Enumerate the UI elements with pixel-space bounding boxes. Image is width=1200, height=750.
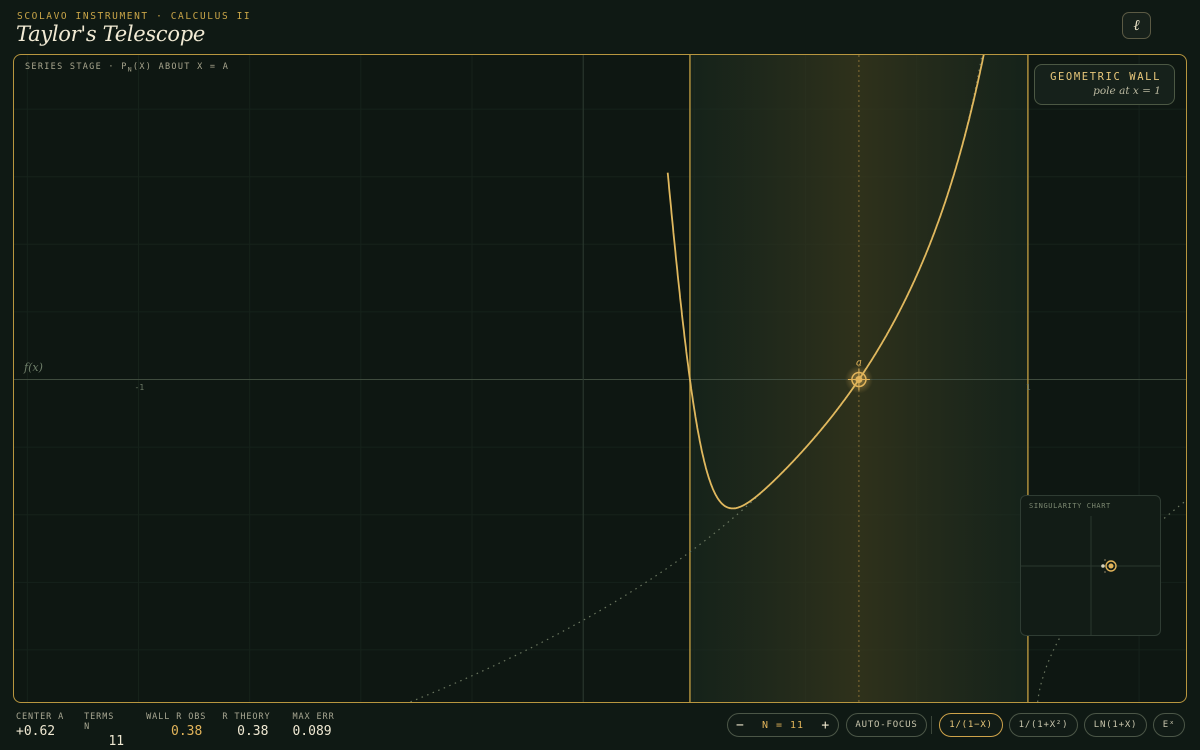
function-button-arctan[interactable]: 1/(1+X²) — [1009, 713, 1078, 737]
stats-bar: CENTER A +0.62 TERMS N 11 WALL R OBS 0.3… — [16, 712, 355, 749]
app-kicker: SCOLAVO INSTRUMENT · CALCULUS II — [17, 11, 252, 22]
function-button-exp[interactable]: Eˣ — [1153, 713, 1185, 737]
series-stage[interactable]: a SERIES STAGE · PN(X) ABOUT X = A f(x) … — [13, 54, 1187, 703]
singularity-center-dot — [1108, 563, 1114, 569]
controls-divider — [931, 716, 932, 734]
stat-max-err: MAX ERR 0.089 — [292, 712, 335, 739]
wall-card-title: GEOMETRIC WALL — [1050, 71, 1161, 83]
function-button-geometric[interactable]: 1/(1−X) — [939, 713, 1003, 737]
stat-r-theory: R THEORY 0.38 — [222, 712, 271, 739]
singularity-pole-dot — [1101, 564, 1105, 568]
terms-display: N = 11 — [761, 719, 805, 731]
terms-stepper[interactable]: − N = 11 + — [727, 713, 839, 737]
singularity-chart[interactable]: SINGULARITY CHART — [1020, 495, 1161, 636]
stat-terms-n: TERMS N 11 — [84, 712, 125, 749]
auto-focus-button[interactable]: AUTO-FOCUS — [846, 713, 927, 737]
function-button-log[interactable]: LN(1+X) — [1084, 713, 1147, 737]
stage-label: SERIES STAGE · PN(X) ABOUT X = A — [25, 62, 230, 74]
page-title: Taylor's Telescope — [16, 22, 205, 46]
stat-wall-r-obs: WALL R OBS 0.38 — [146, 712, 207, 739]
logo-icon: ℓ — [1133, 16, 1140, 34]
y-axis-label: f(x) — [24, 361, 43, 374]
logo-button[interactable]: ℓ — [1122, 12, 1151, 39]
increment-button[interactable]: + — [821, 718, 830, 733]
tick-label-minus-1: -1 — [134, 382, 145, 392]
plot-canvas[interactable]: a — [14, 55, 1187, 703]
geometric-wall-card: GEOMETRIC WALL pole at x = 1 — [1034, 64, 1175, 105]
decrement-button[interactable]: − — [736, 718, 745, 733]
stat-center-a: CENTER A +0.62 — [16, 712, 65, 739]
wall-card-subtitle: pole at x = 1 — [1093, 85, 1161, 97]
tick-label-1: 1 — [1025, 382, 1031, 392]
center-marker-label: a — [856, 358, 862, 369]
